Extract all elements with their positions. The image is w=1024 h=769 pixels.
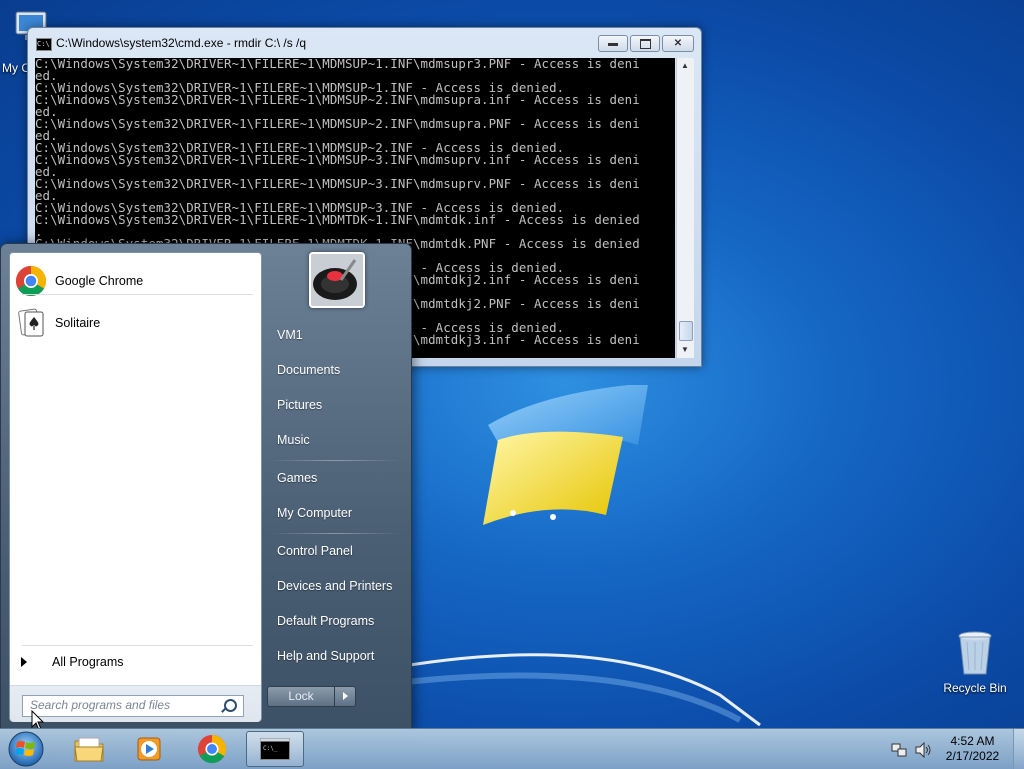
start-right-item-my-computer[interactable]: My Computer <box>264 498 404 528</box>
clock-date: 2/17/2022 <box>945 749 1000 763</box>
svg-text:C:\_: C:\_ <box>263 745 278 752</box>
right-item-label: VM1 <box>277 328 303 342</box>
user-avatar[interactable] <box>309 252 365 308</box>
start-button[interactable] <box>5 729 47 769</box>
start-menu-programs-pane: Google Chrome Solitaire All Programs <box>9 252 262 722</box>
shutdown-options-button[interactable] <box>335 686 356 707</box>
scroll-up-icon[interactable]: ▲ <box>681 61 689 70</box>
lock-button[interactable]: Lock <box>267 686 335 707</box>
triangle-right-icon <box>21 657 27 667</box>
console-line: C:\Windows\System32\DRIVER~1\FILERE~1\MD… <box>35 152 640 167</box>
show-desktop-button[interactable] <box>1013 729 1024 769</box>
search-icon[interactable] <box>224 699 237 712</box>
minimize-icon: ▬ <box>608 38 618 49</box>
start-right-item-games[interactable]: Games <box>264 463 404 493</box>
right-item-label: Help and Support <box>277 649 375 663</box>
console-line: C:\Windows\System32\DRIVER~1\FILERE~1\MD… <box>35 176 640 191</box>
minimize-button[interactable]: ▬ <box>598 35 628 52</box>
cmd-icon: C:\_ <box>260 738 290 760</box>
taskbar: C:\_ 4:52 AM 2/17/2022 <box>0 728 1024 769</box>
divider <box>22 645 253 646</box>
cmd-icon: C:\ <box>36 38 52 51</box>
console-line: C:\Windows\System32\DRIVER~1\FILERE~1\MD… <box>35 92 640 107</box>
scroll-down-icon[interactable]: ▼ <box>681 345 689 354</box>
wallpaper-logo <box>483 385 648 525</box>
divider <box>269 460 401 461</box>
start-right-item-documents[interactable]: Documents <box>264 355 404 385</box>
start-right-item-music[interactable]: Music <box>264 425 404 455</box>
right-item-label: Music <box>277 433 310 447</box>
program-label: Google Chrome <box>55 274 144 288</box>
chrome-icon <box>15 266 47 297</box>
media-player-icon <box>137 737 161 761</box>
console-line: C:\Windows\System32\DRIVER~1\FILERE~1\MD… <box>35 212 640 227</box>
search-area <box>10 685 261 722</box>
right-item-label: Default Programs <box>277 614 375 628</box>
start-menu-item-chrome[interactable]: Google Chrome <box>12 261 258 301</box>
start-right-item-help-support[interactable]: Help and Support <box>264 641 404 671</box>
divider <box>269 533 401 534</box>
volume-icon[interactable] <box>914 742 932 758</box>
console-line: C:\Windows\System32\DRIVER~1\FILERE~1\MD… <box>35 116 640 131</box>
system-clock[interactable]: 4:52 AM 2/17/2022 <box>935 734 1010 764</box>
right-item-label: Devices and Printers <box>277 579 393 593</box>
window-title: C:\Windows\system32\cmd.exe - rmdir C:\ … <box>56 36 307 50</box>
cmd-titlebar[interactable]: C:\ C:\Windows\system32\cmd.exe - rmdir … <box>28 28 701 58</box>
search-input[interactable] <box>23 696 220 714</box>
divider <box>22 294 253 295</box>
start-right-item-vm1[interactable]: VM1 <box>264 320 404 350</box>
console-line: C:\Windows\System32\DRIVER~1\FILERE~1\MD… <box>35 58 640 71</box>
clock-time: 4:52 AM <box>950 734 995 748</box>
taskbar-chrome[interactable] <box>184 731 240 767</box>
folder-icon <box>74 737 104 762</box>
start-menu-item-solitaire[interactable]: Solitaire <box>12 303 258 343</box>
scrollbar-thumb[interactable] <box>679 321 693 341</box>
right-item-label: Pictures <box>277 398 323 412</box>
start-right-item-pictures[interactable]: Pictures <box>264 390 404 420</box>
solitaire-icon <box>18 308 44 337</box>
desktop-icon-recycle-bin[interactable]: Recycle Bin <box>940 630 1010 695</box>
right-item-label: My Computer <box>277 506 353 520</box>
maximize-icon <box>639 38 651 49</box>
wallpaper-swoosh <box>380 653 761 727</box>
start-menu: Google Chrome Solitaire All Programs Sea… <box>0 243 412 731</box>
recycle-bin-icon <box>958 631 992 675</box>
close-icon: ✕ <box>673 38 683 49</box>
all-programs-button[interactable]: All Programs <box>18 651 250 673</box>
taskbar-explorer[interactable] <box>61 731 117 767</box>
right-item-label: Documents <box>277 363 341 377</box>
program-label: Solitaire <box>55 316 101 330</box>
right-item-label: Control Panel <box>277 544 353 558</box>
start-right-item-default-programs[interactable]: Default Programs <box>264 606 404 636</box>
right-item-label: Games <box>277 471 318 485</box>
search-box[interactable] <box>22 695 244 717</box>
taskbar-cmd[interactable]: C:\_ <box>246 731 304 767</box>
chrome-icon <box>197 734 227 764</box>
all-programs-label: All Programs <box>52 655 124 669</box>
maximize-button[interactable] <box>630 35 660 52</box>
turntable-icon <box>311 254 363 306</box>
start-right-item-devices-printers[interactable]: Devices and Printers <box>264 571 404 601</box>
network-icon[interactable] <box>891 742 907 758</box>
vertical-scrollbar[interactable]: ▲ ▼ <box>676 58 694 358</box>
desktop-icon-label: Recycle Bin <box>943 681 1007 695</box>
start-right-item-control-panel[interactable]: Control Panel <box>264 536 404 566</box>
desktop-icon-label: My C <box>2 61 30 75</box>
lock-button-group: Lock <box>267 686 357 707</box>
close-button[interactable]: ✕ <box>662 35 694 52</box>
taskbar-media-player[interactable] <box>121 731 177 767</box>
